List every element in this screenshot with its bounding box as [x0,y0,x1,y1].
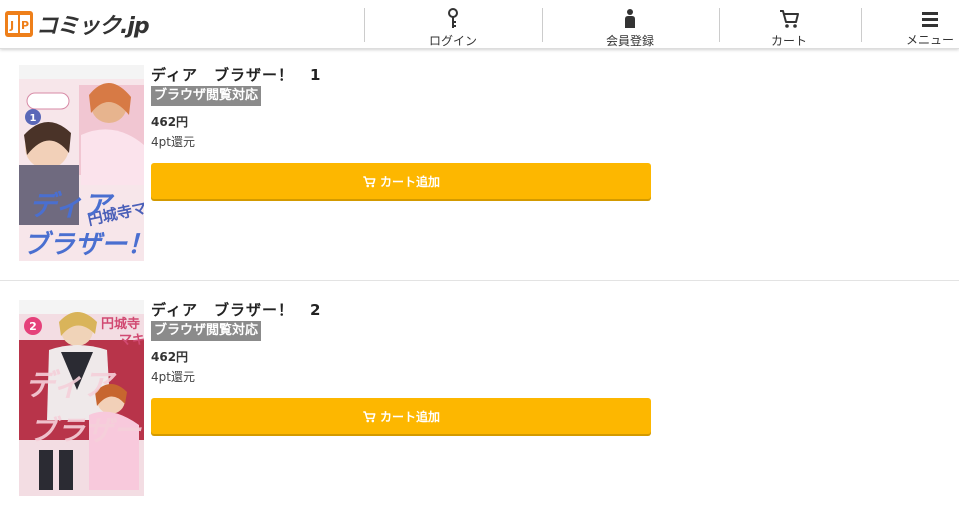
book-cover-image[interactable]: 1 円城寺マキ ディア ブラザー！ [19,65,144,261]
add-to-cart-button[interactable]: カート追加 [151,398,651,434]
cart-icon [362,410,376,423]
nav-register-label: 会員登録 [605,34,654,48]
cart-icon [778,8,800,30]
product-points: 4pt還元 [151,135,195,149]
nav-divider [719,8,720,42]
site-logo[interactable]: J P コミック.jp [5,9,150,39]
nav-divider [364,8,365,42]
nav-divider [861,8,862,42]
add-to-cart-label: カート追加 [379,174,440,189]
cover-volume-number: 2 [29,320,37,333]
add-to-cart-label: カート追加 [379,409,440,424]
nav-menu[interactable]: メニュー [890,0,959,48]
cart-icon [362,175,376,188]
svg-text:P: P [21,19,29,32]
add-to-cart-button[interactable]: カート追加 [151,163,651,199]
svg-text:ディア: ディア [25,368,117,403]
nav-divider [542,8,543,42]
product-title[interactable]: ディア ブラザー！ 2 [151,299,321,320]
book-cover-image[interactable]: 2 円城寺 マキ ディア ブラザー！ [19,300,144,496]
svg-text:マキ: マキ [119,333,144,348]
cover-volume-number: 1 [30,113,37,124]
logo-text: コミック.jp [36,14,150,39]
product-price: 462円 [151,350,189,364]
person-icon [623,8,637,30]
browser-support-badge: ブラウザ閲覧対応 [151,86,262,106]
svg-text:ディア: ディア [29,189,115,222]
product-price: 462円 [151,115,189,129]
product-title[interactable]: ディア ブラザー！ 1 [151,64,321,85]
product-item: 2 円城寺 マキ ディア ブラザー！ ディア ブラザー！ 2 ブラウザ閲覧対応 … [0,235,959,496]
svg-text:ブラザー！: ブラザー！ [29,414,144,447]
nav-menu-label: メニュー [905,33,954,47]
nav-login-label: ログイン [428,34,477,48]
nav-cart[interactable]: カート [740,0,838,48]
svg-text:J: J [9,19,14,32]
browser-support-badge: ブラウザ閲覧対応 [151,321,262,341]
nav-cart-label: カート [770,34,807,48]
svg-text:円城寺: 円城寺 [101,316,140,332]
site-header: J P コミック.jp ログイン 会員登録 カート メニュー [0,0,959,49]
logo-book-icon: J P [5,11,33,37]
key-icon [446,8,460,30]
nav-login[interactable]: ログイン [404,0,502,48]
hamburger-menu-icon [922,8,938,29]
nav-register[interactable]: 会員登録 [581,0,679,48]
product-points: 4pt還元 [151,370,195,384]
